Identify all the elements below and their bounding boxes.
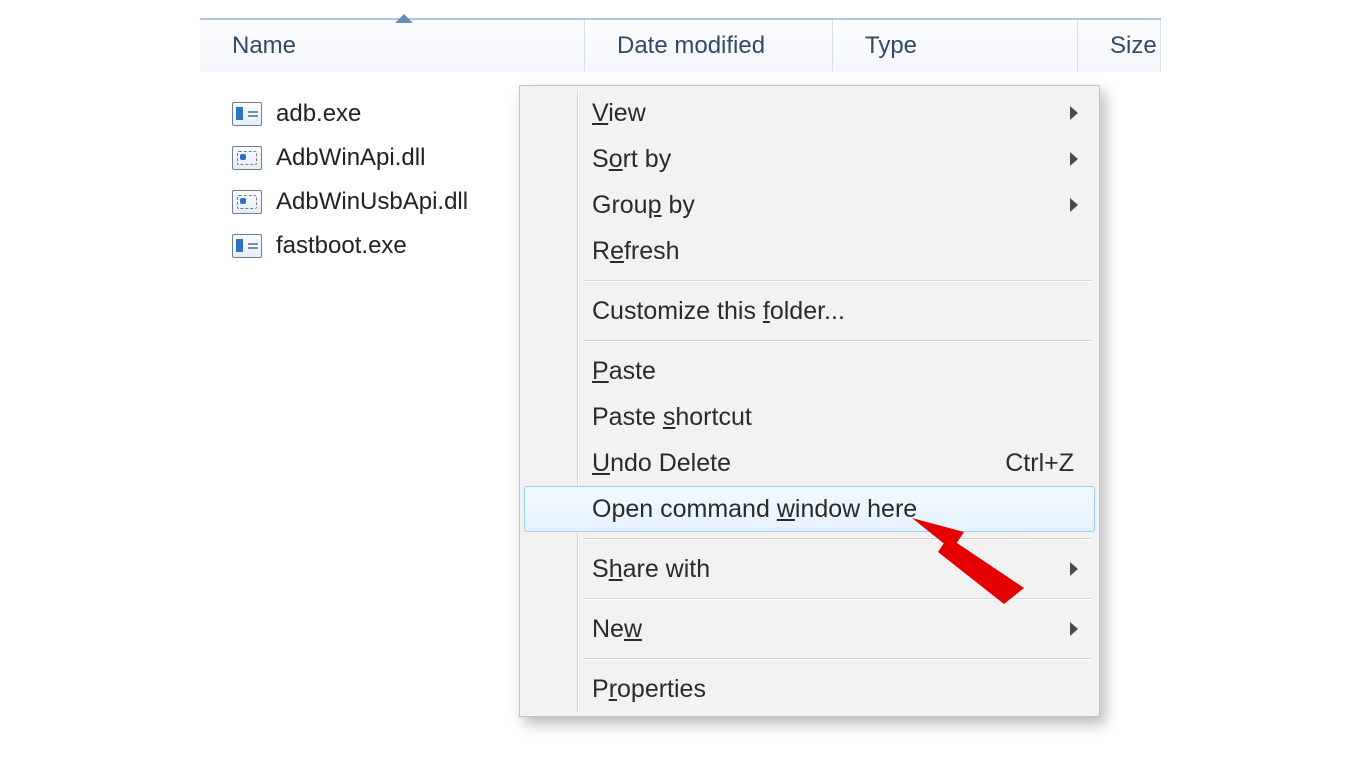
menu-label: Refresh — [592, 237, 680, 266]
exe-file-icon — [232, 102, 262, 126]
menu-label: Group by — [592, 191, 695, 220]
file-name-label: AdbWinApi.dll — [276, 144, 425, 172]
explorer-window: Name Date modified Type Size adb.exe Adb… — [0, 0, 1366, 768]
exe-file-icon — [232, 234, 262, 258]
menu-separator — [583, 340, 1092, 342]
menu-label: Customize this folder... — [592, 297, 845, 326]
menu-label: Share with — [592, 555, 710, 584]
list-item[interactable]: adb.exe — [232, 92, 468, 136]
submenu-arrow-icon — [1070, 152, 1078, 166]
context-menu: View Sort by Group by Refresh Customize … — [519, 85, 1100, 717]
menu-separator — [583, 538, 1092, 540]
column-header-name-label: Name — [232, 32, 296, 60]
menu-item-new[interactable]: New — [524, 606, 1095, 652]
submenu-arrow-icon — [1070, 106, 1078, 120]
column-header-type-label: Type — [865, 32, 917, 60]
menu-item-undo-delete[interactable]: Undo Delete Ctrl+Z — [524, 440, 1095, 486]
menu-item-group-by[interactable]: Group by — [524, 182, 1095, 228]
menu-item-refresh[interactable]: Refresh — [524, 228, 1095, 274]
column-header-date[interactable]: Date modified — [585, 20, 833, 72]
menu-separator — [583, 280, 1092, 282]
column-header-date-label: Date modified — [617, 32, 765, 60]
submenu-arrow-icon — [1070, 198, 1078, 212]
submenu-arrow-icon — [1070, 562, 1078, 576]
menu-item-paste[interactable]: Paste — [524, 348, 1095, 394]
list-item[interactable]: AdbWinUsbApi.dll — [232, 180, 468, 224]
column-header-size[interactable]: Size — [1078, 20, 1161, 72]
menu-separator — [583, 658, 1092, 660]
menu-item-customize-folder[interactable]: Customize this folder... — [524, 288, 1095, 334]
menu-label: Undo Delete — [592, 449, 731, 478]
menu-label: Properties — [592, 675, 706, 704]
file-name-label: fastboot.exe — [276, 232, 407, 260]
column-header-name[interactable]: Name — [200, 20, 585, 72]
menu-label: Open command window here — [592, 495, 917, 524]
menu-item-view[interactable]: View — [524, 90, 1095, 136]
submenu-arrow-icon — [1070, 622, 1078, 636]
column-header-bar: Name Date modified Type Size — [200, 18, 1161, 72]
file-list: adb.exe AdbWinApi.dll AdbWinUsbApi.dll f… — [232, 92, 468, 268]
menu-item-paste-shortcut[interactable]: Paste shortcut — [524, 394, 1095, 440]
menu-label: Paste — [592, 357, 656, 386]
column-header-type[interactable]: Type — [833, 20, 1078, 72]
dll-file-icon — [232, 146, 262, 170]
sort-ascending-icon — [395, 14, 413, 23]
menu-item-share-with[interactable]: Share with — [524, 546, 1095, 592]
menu-item-properties[interactable]: Properties — [524, 666, 1095, 712]
list-item[interactable]: AdbWinApi.dll — [232, 136, 468, 180]
column-header-size-label: Size — [1110, 32, 1157, 60]
menu-item-open-command-window-here[interactable]: Open command window here — [524, 486, 1095, 532]
file-name-label: AdbWinUsbApi.dll — [276, 188, 468, 216]
menu-accelerator: Ctrl+Z — [1005, 449, 1074, 478]
menu-label: View — [592, 99, 646, 128]
list-item[interactable]: fastboot.exe — [232, 224, 468, 268]
menu-label: Sort by — [592, 145, 671, 174]
file-name-label: adb.exe — [276, 100, 361, 128]
menu-item-sort-by[interactable]: Sort by — [524, 136, 1095, 182]
menu-label: New — [592, 615, 642, 644]
dll-file-icon — [232, 190, 262, 214]
menu-separator — [583, 598, 1092, 600]
menu-label: Paste shortcut — [592, 403, 752, 432]
